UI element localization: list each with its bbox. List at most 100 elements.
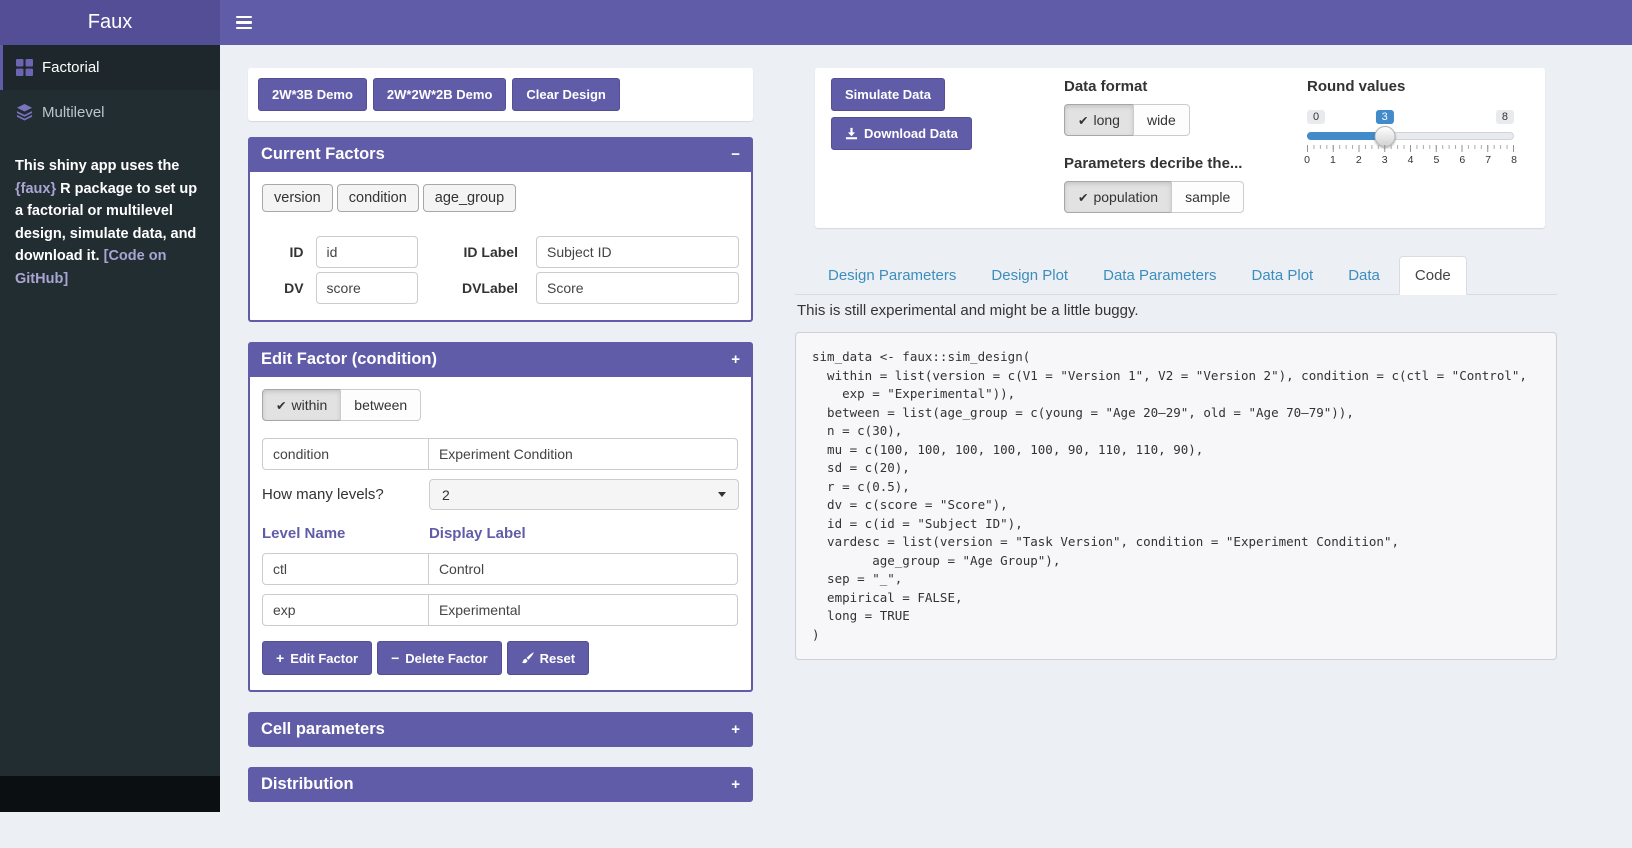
collapse-icon[interactable]: + bbox=[731, 352, 740, 367]
slider-max-badge: 8 bbox=[1496, 110, 1514, 124]
tab-data-plot[interactable]: Data Plot bbox=[1236, 256, 1330, 295]
sidebar-bottom-strip bbox=[0, 776, 220, 812]
slider-ticks bbox=[1307, 145, 1514, 152]
tab-data-parameters[interactable]: Data Parameters bbox=[1087, 256, 1232, 295]
level-name-header: Level Name bbox=[262, 525, 429, 542]
collapse-icon[interactable]: − bbox=[731, 147, 740, 162]
code-block: sim_data <- faux::sim_design( within = l… bbox=[795, 332, 1557, 660]
minus-icon bbox=[391, 650, 399, 666]
between-option[interactable]: between bbox=[340, 389, 421, 421]
sidebar-item-factorial[interactable]: Factorial bbox=[0, 45, 220, 90]
data-format-toggle: long wide bbox=[1064, 104, 1190, 136]
id-input[interactable] bbox=[316, 236, 418, 268]
box-title: Current Factors bbox=[261, 145, 385, 164]
factor-display-input[interactable] bbox=[428, 438, 738, 470]
tab-data[interactable]: Data bbox=[1332, 256, 1396, 295]
current-factors-box: Current Factors − version condition age_… bbox=[248, 137, 753, 322]
top-navbar bbox=[220, 0, 1632, 45]
dv-label: DV bbox=[262, 280, 316, 296]
factor-name-row bbox=[262, 438, 739, 470]
sidebar-item-label: Factorial bbox=[42, 59, 100, 76]
wide-option[interactable]: wide bbox=[1133, 104, 1190, 136]
code-line: sim_data <- faux::sim_design( bbox=[812, 348, 1540, 367]
sample-option[interactable]: sample bbox=[1171, 181, 1244, 213]
check-icon bbox=[1078, 189, 1088, 205]
id-label-label: ID Label bbox=[418, 244, 536, 260]
edit-factor-button[interactable]: Edit Factor bbox=[262, 641, 372, 675]
code-line: vardesc = list(version = "Task Version",… bbox=[812, 533, 1540, 552]
id-label: ID bbox=[262, 244, 316, 260]
cell-parameters-box: Cell parameters + bbox=[248, 712, 753, 747]
simulate-data-button[interactable]: Simulate Data bbox=[831, 78, 945, 111]
round-values-label: Round values bbox=[1307, 78, 1514, 95]
level-name-input[interactable] bbox=[262, 594, 429, 626]
data-format-label: Data format bbox=[1064, 78, 1307, 95]
simulate-buttons: Simulate Data Download Data bbox=[831, 78, 1064, 218]
code-line: ) bbox=[812, 626, 1540, 645]
code-line: within = list(version = c(V1 = "Version … bbox=[812, 367, 1540, 386]
slider-fill bbox=[1307, 132, 1385, 140]
level-label-input[interactable] bbox=[428, 553, 738, 585]
factor-name-input[interactable] bbox=[262, 438, 429, 470]
tab-design-plot[interactable]: Design Plot bbox=[975, 256, 1084, 295]
dv-label-label: DVLabel bbox=[418, 280, 536, 296]
output-tabs: Design Parameters Design Plot Data Param… bbox=[795, 256, 1557, 295]
box-title: Distribution bbox=[261, 775, 354, 794]
format-column: Data format long wide Parameter bbox=[1064, 78, 1307, 218]
app-header: Faux bbox=[0, 0, 1632, 45]
dv-input[interactable] bbox=[316, 272, 418, 304]
round-values-slider: 0 3 8 0 1 2 3 4 5 bbox=[1307, 104, 1514, 166]
sidebar-item-label: Multilevel bbox=[42, 104, 105, 121]
level-label-input[interactable] bbox=[428, 594, 738, 626]
cell-parameters-header[interactable]: Cell parameters + bbox=[248, 712, 753, 747]
level-name-input[interactable] bbox=[262, 553, 429, 585]
sidebar-description: This shiny app uses the {faux} R package… bbox=[0, 135, 220, 291]
dv-display-input[interactable] bbox=[536, 272, 739, 304]
edit-factor-buttons: Edit Factor Delete Factor Reset bbox=[262, 641, 739, 675]
code-line: sd = c(20), bbox=[812, 459, 1540, 478]
levels-select[interactable]: 2 bbox=[429, 479, 739, 510]
code-line: id = c(id = "Subject ID"), bbox=[812, 515, 1540, 534]
factor-tag-age-group[interactable]: age_group bbox=[423, 184, 516, 212]
within-option[interactable]: within bbox=[262, 389, 341, 421]
design-column: 2W*3B Demo 2W*2W*2B Demo Clear Design Cu… bbox=[248, 68, 753, 822]
brush-icon bbox=[521, 652, 534, 665]
main-content: 2W*3B Demo 2W*2W*2B Demo Clear Design Cu… bbox=[220, 45, 1632, 848]
hamburger-icon bbox=[236, 16, 252, 19]
population-option[interactable]: population bbox=[1064, 181, 1172, 213]
faux-package-link[interactable]: {faux} bbox=[15, 181, 56, 197]
code-line: r = c(0.5), bbox=[812, 478, 1540, 497]
levels-question: How many levels? bbox=[262, 486, 429, 503]
sidebar-item-multilevel[interactable]: Multilevel bbox=[0, 90, 220, 135]
code-line: between = list(age_group = c(young = "Ag… bbox=[812, 404, 1540, 423]
code-line: sep = "_", bbox=[812, 570, 1540, 589]
tab-design-parameters[interactable]: Design Parameters bbox=[812, 256, 972, 295]
distribution-box: Distribution + bbox=[248, 767, 753, 802]
clear-design-button[interactable]: Clear Design bbox=[512, 78, 619, 111]
factor-tag-version[interactable]: version bbox=[262, 184, 333, 212]
slider-tick-labels: 0 1 2 3 4 5 6 7 8 bbox=[1307, 154, 1514, 166]
check-icon bbox=[276, 397, 286, 413]
distribution-header[interactable]: Distribution + bbox=[248, 767, 753, 802]
demo-2w3b-button[interactable]: 2W*3B Demo bbox=[258, 78, 367, 111]
delete-factor-button[interactable]: Delete Factor bbox=[377, 641, 502, 675]
download-data-button[interactable]: Download Data bbox=[831, 117, 972, 150]
display-label-header: Display Label bbox=[429, 525, 739, 542]
slider-value-badge: 3 bbox=[1376, 110, 1394, 124]
factor-tag-condition[interactable]: condition bbox=[337, 184, 419, 212]
edit-factor-box: Edit Factor (condition) + within between bbox=[248, 342, 753, 692]
long-option[interactable]: long bbox=[1064, 104, 1134, 136]
demo-2w2w2b-button[interactable]: 2W*2W*2B Demo bbox=[373, 78, 506, 111]
code-line: exp = "Experimental")), bbox=[812, 385, 1540, 404]
levels-row: How many levels? 2 bbox=[262, 479, 739, 510]
expand-icon[interactable]: + bbox=[731, 777, 740, 792]
id-display-input[interactable] bbox=[536, 236, 739, 268]
sidebar-toggle-button[interactable] bbox=[220, 0, 268, 45]
reset-button[interactable]: Reset bbox=[507, 641, 589, 675]
box-title: Cell parameters bbox=[261, 720, 385, 739]
code-line: empirical = FALSE, bbox=[812, 589, 1540, 608]
expand-icon[interactable]: + bbox=[731, 722, 740, 737]
slider-handle[interactable] bbox=[1374, 126, 1395, 147]
tab-code[interactable]: Code bbox=[1399, 256, 1467, 295]
box-title: Edit Factor (condition) bbox=[261, 350, 437, 369]
